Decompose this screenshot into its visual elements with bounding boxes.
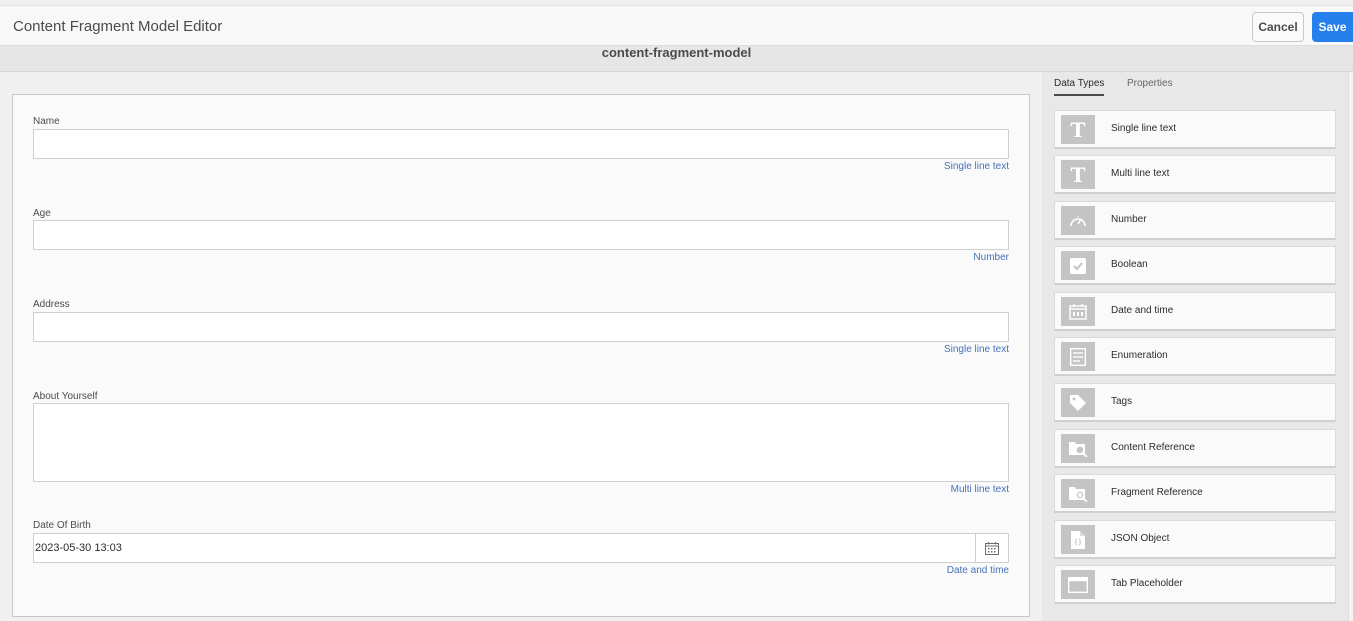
field-label-address: Address <box>33 299 70 310</box>
data-type-label: Enumeration <box>1111 350 1168 361</box>
sidebar-panel: Data Types Properties T Single line text… <box>1042 72 1348 621</box>
data-type-label: Boolean <box>1111 259 1148 270</box>
calendar-picker-button[interactable] <box>975 534 1008 562</box>
folder-search-icon <box>1061 434 1095 463</box>
field-input-age[interactable] <box>33 220 1009 250</box>
folder-search-icon <box>1061 479 1095 508</box>
text-icon: T <box>1061 115 1095 144</box>
data-type-tab-placeholder[interactable]: Tab Placeholder <box>1054 565 1336 604</box>
save-button[interactable]: Save <box>1312 12 1353 42</box>
field-label-dob: Date Of Birth <box>33 520 91 531</box>
field-label-name: Name <box>33 116 60 127</box>
model-form[interactable]: Name Single line text Age Number Address… <box>12 94 1030 617</box>
gauge-icon <box>1061 206 1095 235</box>
checkbox-icon <box>1061 251 1095 280</box>
field-input-address[interactable] <box>33 312 1009 342</box>
tab-properties[interactable]: Properties <box>1127 78 1173 94</box>
field-type-about: Multi line text <box>950 484 1009 495</box>
cancel-button[interactable]: Cancel <box>1252 12 1304 42</box>
data-type-boolean[interactable]: Boolean <box>1054 246 1336 285</box>
data-type-fragment-reference[interactable]: Fragment Reference <box>1054 474 1336 513</box>
field-type-age: Number <box>973 252 1009 263</box>
data-type-label: Fragment Reference <box>1111 487 1203 498</box>
dob-value: 2023-05-30 13:03 <box>35 542 122 554</box>
data-type-multi-line-text[interactable]: T Multi line text <box>1054 155 1336 194</box>
model-name-bar: content-fragment-model <box>0 46 1353 72</box>
field-type-name: Single line text <box>943 161 1009 172</box>
data-type-enumeration[interactable]: Enumeration <box>1054 337 1336 376</box>
data-type-content-reference[interactable]: Content Reference <box>1054 429 1336 468</box>
calendar-icon <box>1061 297 1095 326</box>
field-textarea-about[interactable] <box>33 403 1009 482</box>
model-name: content-fragment-model <box>601 45 752 60</box>
text-icon: T <box>1061 160 1095 189</box>
field-input-name[interactable] <box>33 129 1009 159</box>
tab-icon <box>1061 570 1095 599</box>
field-type-address: Single line text <box>943 344 1009 355</box>
data-type-date-and-time[interactable]: Date and time <box>1054 292 1336 331</box>
data-type-label: Date and time <box>1111 305 1174 316</box>
sidebar-scrollbar[interactable] <box>1348 72 1353 621</box>
tag-icon <box>1061 388 1095 417</box>
data-type-label: Tags <box>1111 396 1133 407</box>
field-label-about: About Yourself <box>33 391 98 402</box>
editor-header: Content Fragment Model Editor Cancel Sav… <box>0 5 1353 46</box>
data-type-json-object[interactable]: JSON Object <box>1054 520 1336 559</box>
field-type-dob: Date and time <box>946 565 1009 576</box>
tab-data-types[interactable]: Data Types <box>1054 78 1105 96</box>
data-type-label: Tab Placeholder <box>1111 578 1183 589</box>
data-type-label: Multi line text <box>1111 168 1170 179</box>
field-label-age: Age <box>33 208 51 219</box>
app-title: Content Fragment Model Editor <box>13 18 223 35</box>
data-type-number[interactable]: Number <box>1054 201 1336 240</box>
json-file-icon <box>1061 525 1095 554</box>
data-type-single-line-text[interactable]: T Single line text <box>1054 110 1336 149</box>
data-type-label: Single line text <box>1111 123 1177 134</box>
data-type-label: Content Reference <box>1111 442 1195 453</box>
data-type-label: Number <box>1111 214 1147 225</box>
data-type-tags[interactable]: Tags <box>1054 383 1336 422</box>
list-icon <box>1061 342 1095 371</box>
field-input-dob[interactable]: 2023-05-30 13:03 <box>33 533 1009 563</box>
calendar-icon <box>985 541 999 555</box>
data-type-label: JSON Object <box>1111 533 1170 544</box>
